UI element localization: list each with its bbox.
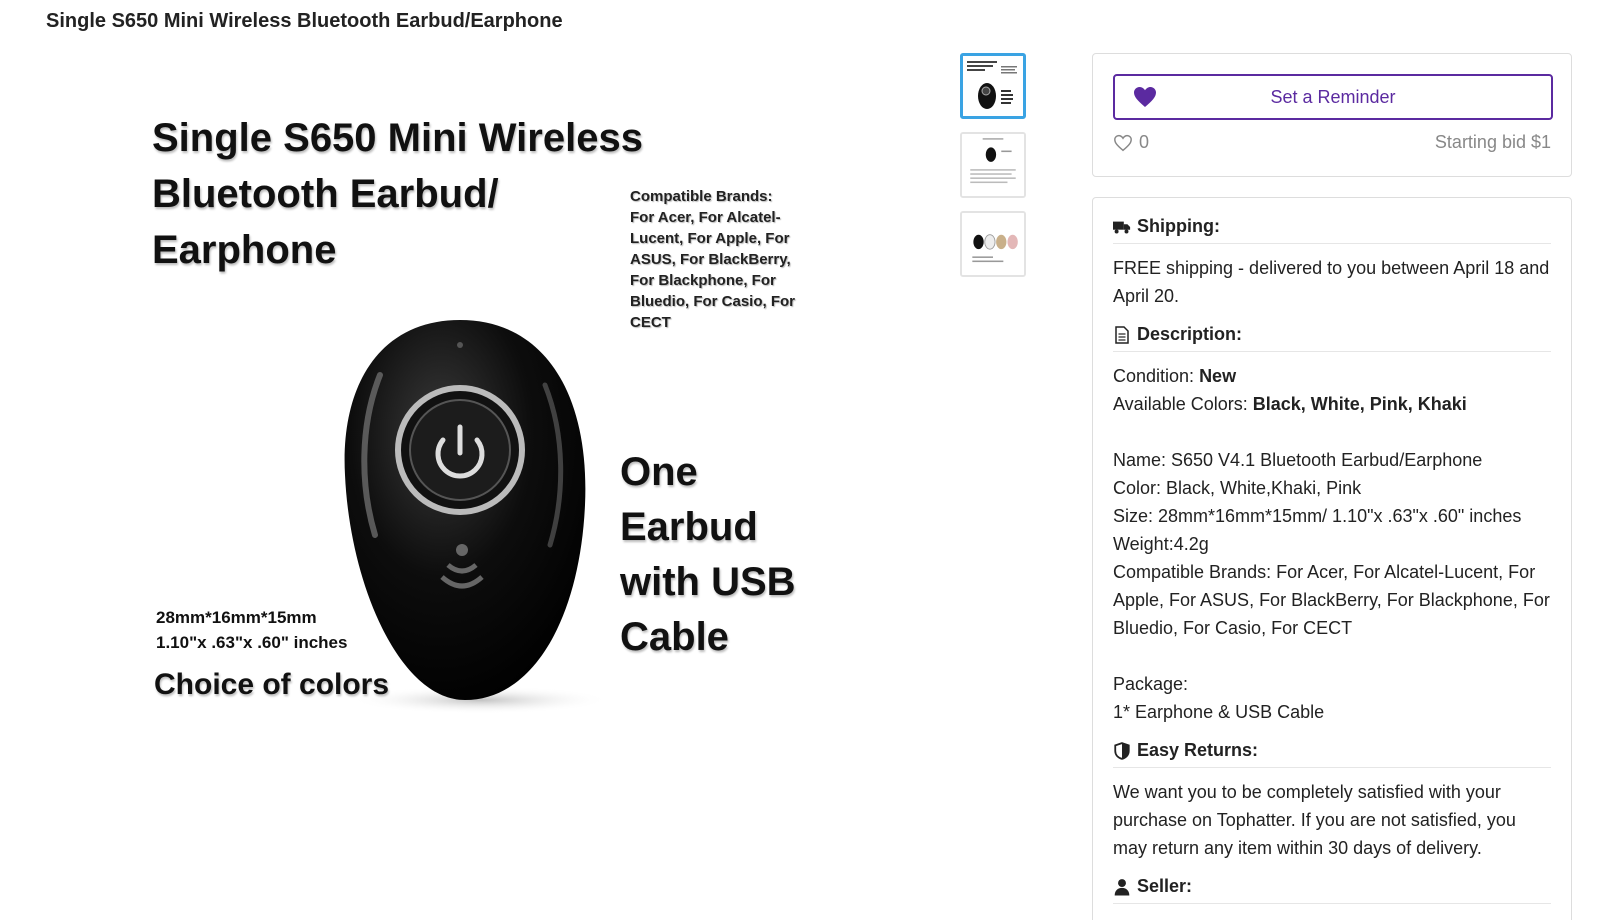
shipping-heading-label: Shipping: <box>1137 216 1220 236</box>
thumbnail-1-image <box>963 56 1023 116</box>
image-size-text: 28mm*16mm*15mm 1.10"x .63"x .60" inches <box>156 608 348 652</box>
thumbnail-2[interactable] <box>960 132 1026 198</box>
heart-outline-icon <box>1114 134 1132 151</box>
truck-icon <box>1113 221 1131 233</box>
shipping-heading: Shipping: <box>1113 216 1551 244</box>
document-icon <box>1115 325 1129 344</box>
color-line: Color: Black, White,Khaki, Pink <box>1113 478 1362 498</box>
condition-line: Condition: New <box>1113 362 1551 390</box>
heart-filled-icon <box>1134 87 1156 107</box>
condition-value: New <box>1199 366 1237 386</box>
product-main-image[interactable]: Single S650 Mini Wireless Bluetooth Earb… <box>140 90 820 730</box>
image-title-text: Single S650 Mini Wireless Bluetooth Earb… <box>152 116 643 272</box>
package-value: 1* Earphone & USB Cable <box>1113 702 1325 722</box>
image-one-earbud-text: One Earbud with USB Cable <box>620 450 796 659</box>
thumbnail-2-image <box>962 134 1024 196</box>
earbud-image <box>344 320 610 714</box>
image-brands-text: Compatible Brands: For Acer, For Alcatel… <box>630 188 796 331</box>
description-body: Condition: New Available Colors: Black, … <box>1113 362 1551 726</box>
product-details-card: Shipping: FREE shipping - delivered to y… <box>1092 197 1572 920</box>
shipping-text: FREE shipping - delivered to you between… <box>1113 258 1550 306</box>
returns-heading-label: Easy Returns: <box>1137 740 1259 760</box>
returns-heading: Easy Returns: <box>1113 740 1551 768</box>
page-title: Single S650 Mini Wireless Bluetooth Earb… <box>46 10 563 32</box>
available-colors-label: Available Colors: <box>1113 394 1253 414</box>
shield-icon <box>1114 741 1130 760</box>
compatible-brands-line: Compatible Brands: For Acer, For Alcatel… <box>1113 562 1550 638</box>
available-colors-value: Black, White, Pink, Khaki <box>1252 394 1467 414</box>
package-label: Package: <box>1113 674 1189 694</box>
name-line: Name: S650 V4.1 Bluetooth Earbud/Earphon… <box>1113 450 1483 470</box>
set-reminder-button[interactable]: Set a Reminder <box>1113 74 1553 120</box>
set-reminder-label: Set a Reminder <box>1270 86 1396 107</box>
condition-label: Condition: <box>1113 366 1200 386</box>
like-count: 0 <box>1139 132 1150 152</box>
thumbnail-3[interactable] <box>960 211 1026 277</box>
thumbnail-3-image <box>962 213 1024 275</box>
size-line: Size: 28mm*16mm*15mm/ 1.10"x .63"x .60" … <box>1113 506 1522 526</box>
seller-heading-label: Seller: <box>1137 876 1193 896</box>
like-button[interactable]: 0 <box>1113 132 1149 153</box>
image-colors-text: Choice of colors <box>154 668 390 701</box>
starting-bid: Starting bid $1 <box>1434 132 1551 152</box>
description-heading-label: Description: <box>1137 324 1243 344</box>
seller-heading: Seller: <box>1113 876 1551 904</box>
user-icon <box>1114 878 1130 895</box>
available-colors-line: Available Colors: Black, White, Pink, Kh… <box>1113 390 1551 418</box>
weight-line: Weight:4.2g <box>1113 534 1209 554</box>
description-heading: Description: <box>1113 324 1551 352</box>
returns-text: We want you to be completely satisfied w… <box>1113 782 1516 858</box>
bid-reminder-card: Set a Reminder 0 Starting bid $1 <box>1092 53 1572 177</box>
thumbnail-1[interactable] <box>960 53 1026 119</box>
